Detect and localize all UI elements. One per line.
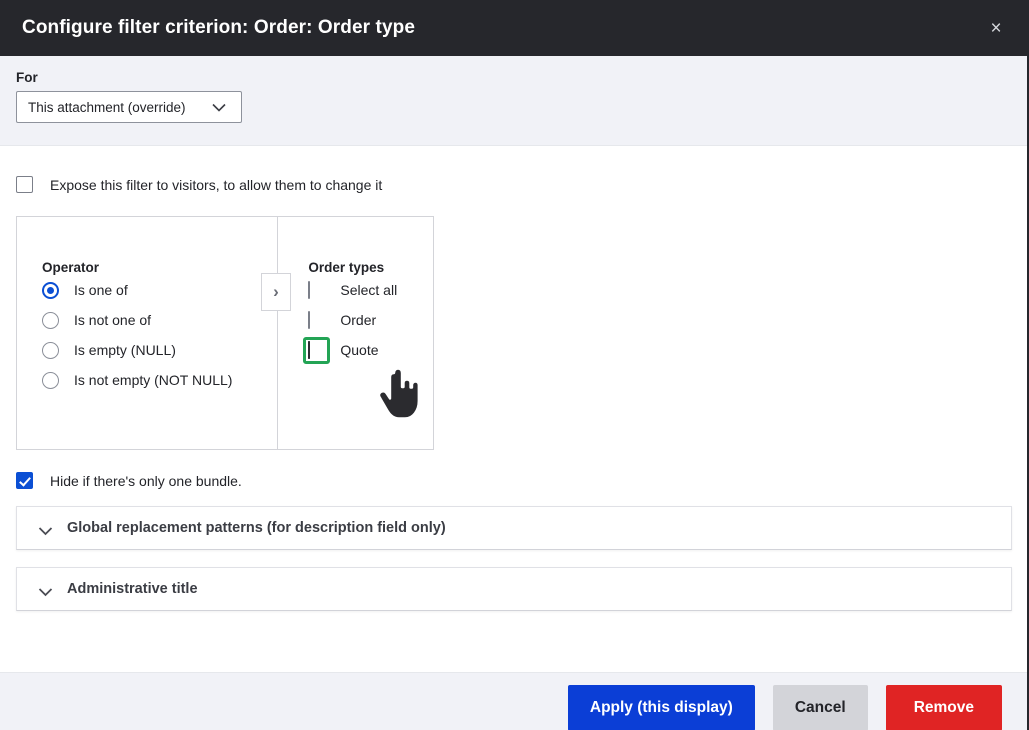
dialog-header: Configure filter criterion: Order: Order… [0,0,1027,56]
details-global-replacement-patterns[interactable]: Global replacement patterns (for descrip… [16,506,1012,550]
dialog-footer: Apply (this display) Cancel Remove [0,672,1027,730]
quote-checkbox-highlight [303,336,331,364]
for-label: For [16,70,38,85]
expose-filter-label: Expose this filter to visitors, to allow… [50,176,383,193]
order-types-heading: Order types [308,260,385,275]
chevron-down-icon [38,523,53,536]
order-type-option-order[interactable]: Order [278,305,433,335]
remove-button[interactable]: Remove [885,684,1002,730]
quote-checkbox[interactable] [308,340,311,359]
operator-option-is-not-one-of[interactable]: Is not one of [17,305,277,335]
hide-one-bundle-checkbox[interactable] [16,472,33,489]
operator-option-is-not-empty[interactable]: Is not empty (NOT NULL) [17,365,277,395]
order-type-option-label: Select all [340,282,398,298]
order-type-option-quote[interactable]: Quote [278,335,433,365]
chevron-down-icon [212,103,226,112]
details-title: Global replacement patterns (for descrip… [67,520,446,536]
dialog-body: Expose this filter to visitors, to allow… [0,146,1027,632]
order-checkbox-wrap [308,310,325,329]
order-type-option-select-all[interactable]: Select all [278,275,433,305]
expose-filter-checkbox[interactable] [16,176,33,193]
operator-values-panel: Operator Is one of Is not one of Is empt… [16,216,434,450]
close-icon[interactable]: × [981,13,1011,43]
operator-option-label: Is not empty (NOT NULL) [74,372,233,388]
radio-is-empty[interactable] [42,341,59,359]
for-select[interactable]: This attachment (override) [16,91,242,123]
expose-filter-row: Expose this filter to visitors, to allow… [16,146,1011,193]
expand-values-arrow-icon[interactable]: › [261,273,291,311]
radio-is-not-empty[interactable] [42,371,59,389]
operator-column: Operator Is one of Is not one of Is empt… [17,217,277,449]
apply-button[interactable]: Apply (this display) [567,684,755,730]
operator-option-is-one-of[interactable]: Is one of [17,275,277,305]
radio-is-one-of[interactable] [42,281,59,299]
radio-is-not-one-of[interactable] [42,311,59,329]
cancel-button[interactable]: Cancel [772,684,868,730]
operator-option-is-empty[interactable]: Is empty (NULL) [17,335,277,365]
order-type-option-label: Quote [340,342,379,358]
select-all-checkbox-wrap [308,280,325,299]
select-all-checkbox[interactable] [308,280,311,299]
order-checkbox[interactable] [308,310,311,329]
details-title: Administrative title [67,581,198,597]
hide-one-bundle-row: Hide if there's only one bundle. [16,472,1011,489]
order-types-column: Order types Select all Order Quote [277,217,433,449]
operator-option-label: Is empty (NULL) [74,342,176,358]
operator-option-label: Is one of [74,282,128,298]
operator-option-label: Is not one of [74,312,152,328]
operator-heading: Operator [42,260,100,275]
configure-filter-dialog: Configure filter criterion: Order: Order… [0,0,1029,730]
dialog-title: Configure filter criterion: Order: Order… [22,17,415,38]
for-section: For This attachment (override) [0,56,1027,146]
hide-one-bundle-label: Hide if there's only one bundle. [50,472,242,489]
chevron-down-icon [38,584,53,597]
for-select-value: This attachment (override) [28,99,186,115]
details-administrative-title[interactable]: Administrative title [16,567,1012,611]
order-type-option-label: Order [340,312,377,328]
